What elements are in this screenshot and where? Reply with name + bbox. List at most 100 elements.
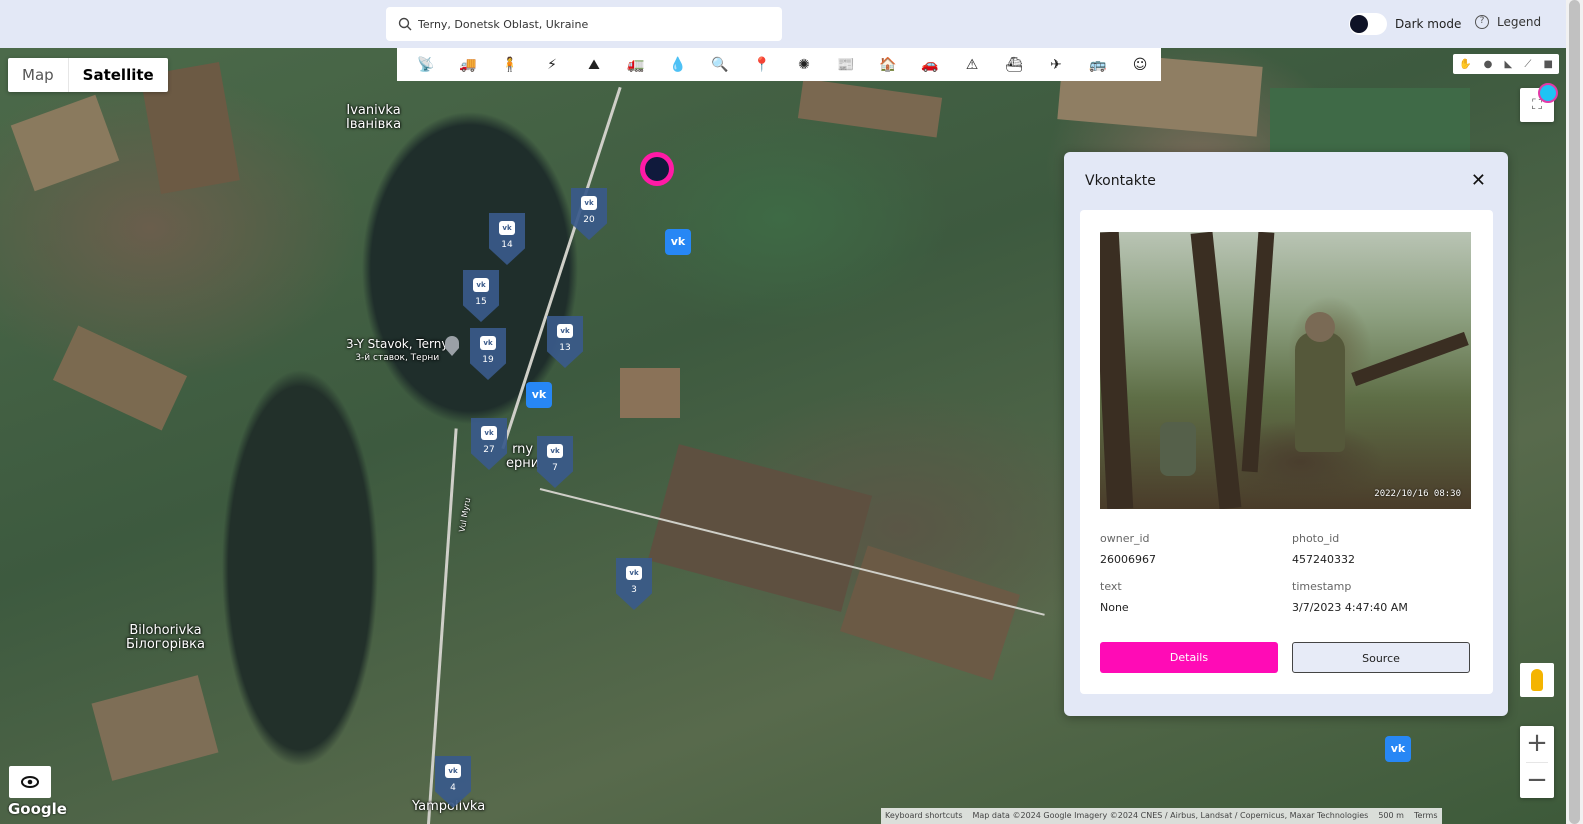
- vk-icon: vk: [499, 221, 515, 235]
- vk-cluster-marker[interactable]: vk 15: [463, 270, 499, 322]
- drop-icon[interactable]: 💧: [657, 48, 699, 81]
- vk-marker-icon[interactable]: vk: [526, 382, 552, 408]
- road: [501, 86, 622, 450]
- map-data-text: Map data ©2024 Google Imagery ©2024 CNES…: [972, 811, 1369, 820]
- street-view-pegman[interactable]: [1520, 663, 1554, 697]
- legend-button[interactable]: ? Legend: [1475, 15, 1541, 29]
- vk-cluster-marker[interactable]: vk 4: [435, 756, 471, 808]
- map-type-map[interactable]: Map: [8, 58, 68, 92]
- truck-icon[interactable]: 🚛: [615, 48, 657, 81]
- popup-title: Vkontakte: [1085, 173, 1156, 189]
- vk-icon: vk: [480, 336, 496, 350]
- scale-label[interactable]: 500 m: [1378, 808, 1404, 824]
- military-truck-icon[interactable]: 🚚: [447, 48, 489, 81]
- vk-icon: vk: [581, 196, 597, 210]
- layer-toolbar: 📡 🚚 🧍 ⚡ ⛰ 🚛 💧 🔍 📍 ✺ 📰 🏠 🚗 ⚠ ⛴ ✈ 🚌 ☺: [397, 48, 1161, 81]
- field-patch: [91, 675, 219, 781]
- field-patch: [10, 94, 120, 192]
- field-owner-id: owner_id 26006967: [1100, 532, 1156, 566]
- zoom-out-button[interactable]: −: [1520, 763, 1554, 799]
- field-text: text None: [1100, 580, 1129, 614]
- road-label: Vul Myru: [457, 497, 473, 533]
- field-patch: [797, 78, 943, 138]
- antenna-icon[interactable]: 📡: [405, 48, 447, 81]
- popup-card: 2022/10/16 08:30 owner_id 26006967 photo…: [1080, 210, 1493, 694]
- polyline-icon[interactable]: ⟋: [1524, 59, 1531, 70]
- soldier-icon[interactable]: 🧍: [489, 48, 531, 81]
- plane-icon[interactable]: ✈: [1035, 48, 1077, 81]
- place-label-terny: rny ерни: [506, 442, 540, 471]
- vk-detail-popup: Vkontakte ✕ 2022/10/16 08:30 owner_id 26…: [1064, 152, 1508, 716]
- toggle-knob: [1350, 15, 1368, 33]
- field-patch: [620, 368, 680, 418]
- vk-icon: vk: [481, 426, 497, 440]
- hand-icon[interactable]: ✋: [1459, 59, 1471, 70]
- face-icon[interactable]: ☺: [1119, 48, 1161, 81]
- circle-icon[interactable]: ●: [1484, 59, 1493, 70]
- field-patch: [647, 444, 873, 612]
- map-type-satellite[interactable]: Satellite: [67, 58, 168, 92]
- field-patch: [840, 545, 1020, 681]
- vk-cluster-marker[interactable]: vk 14: [489, 213, 525, 265]
- terms-link[interactable]: Terms: [1414, 808, 1438, 824]
- vk-icon: vk: [547, 444, 563, 458]
- vk-cluster-marker[interactable]: vk 20: [571, 188, 607, 240]
- keyboard-shortcuts-link[interactable]: Keyboard shortcuts: [885, 808, 962, 824]
- selected-marker-icon[interactable]: [640, 152, 674, 186]
- legend-label: Legend: [1497, 15, 1542, 29]
- satellite-map[interactable]: Ivanivka Іванівка 3-Y Stavok, Terny 3-й ст…: [0, 48, 1566, 824]
- vk-cluster-marker[interactable]: vk 19: [470, 328, 506, 380]
- place-label-stavok: 3-Y Stavok, Terny 3-й ставок, Терни: [346, 337, 449, 363]
- zoom-in-button[interactable]: +: [1520, 726, 1554, 762]
- polygon-icon[interactable]: ◣: [1505, 59, 1513, 70]
- vk-icon: vk: [473, 278, 489, 292]
- close-icon[interactable]: ✕: [1471, 170, 1486, 191]
- scrollbar-thumb[interactable]: [1569, 0, 1580, 824]
- google-logo: Google: [8, 800, 67, 818]
- field-timestamp: timestamp 3/7/2023 4:47:40 AM: [1292, 580, 1408, 614]
- vk-marker-icon[interactable]: vk: [1385, 736, 1411, 762]
- vk-icon: vk: [557, 324, 573, 338]
- search-icon: [398, 17, 412, 31]
- search-icon[interactable]: 🔍: [699, 48, 741, 81]
- question-icon: ?: [1475, 15, 1489, 29]
- dark-mode-toggle-group[interactable]: Dark mode: [1349, 13, 1461, 35]
- field-photo-id: photo_id 457240332: [1292, 532, 1355, 566]
- house-icon[interactable]: 🏠: [867, 48, 909, 81]
- newspaper-icon[interactable]: 📰: [825, 48, 867, 81]
- drawing-tools: ✋ ● ◣ ⟋ ■: [1453, 54, 1559, 74]
- location-dot[interactable]: [1538, 83, 1558, 103]
- post-photo: 2022/10/16 08:30: [1100, 232, 1471, 509]
- vk-cluster-marker[interactable]: vk 7: [537, 436, 573, 488]
- rectangle-icon[interactable]: ■: [1543, 59, 1552, 70]
- place-label-bilohorivka: Bilohorivka Білогорівка: [126, 623, 205, 652]
- field-patch: [52, 325, 188, 431]
- car-icon[interactable]: 🚗: [909, 48, 951, 81]
- location-pin-icon[interactable]: 📍: [741, 48, 783, 81]
- sun-icon[interactable]: ✺: [783, 48, 825, 81]
- vk-icon: vk: [445, 764, 461, 778]
- map-type-control[interactable]: Map Satellite: [8, 58, 168, 92]
- bus-icon[interactable]: 🚌: [1077, 48, 1119, 81]
- dark-mode-label: Dark mode: [1395, 17, 1462, 31]
- eye-icon[interactable]: [9, 766, 51, 798]
- vk-cluster-marker[interactable]: vk 3: [616, 558, 652, 610]
- search-box[interactable]: [386, 7, 782, 41]
- vk-icon: vk: [626, 566, 642, 580]
- page-scrollbar[interactable]: [1566, 0, 1583, 824]
- warning-icon[interactable]: ⚠: [951, 48, 993, 81]
- place-label-ivanivka: Ivanivka Іванівка: [346, 103, 402, 132]
- photo-timestamp: 2022/10/16 08:30: [1374, 489, 1461, 499]
- search-input[interactable]: [418, 17, 758, 31]
- dark-mode-toggle[interactable]: [1349, 13, 1387, 35]
- vk-cluster-marker[interactable]: vk 27: [471, 418, 507, 470]
- ship-icon[interactable]: ⛴: [993, 48, 1035, 81]
- tank-icon[interactable]: ⛰: [573, 48, 615, 81]
- top-bar: Dark mode ? Legend: [0, 0, 1566, 48]
- vk-marker-icon[interactable]: vk: [665, 229, 691, 255]
- lightning-icon[interactable]: ⚡: [531, 48, 573, 81]
- details-button[interactable]: Details: [1100, 642, 1278, 673]
- vk-cluster-marker[interactable]: vk 13: [547, 316, 583, 368]
- source-button[interactable]: Source: [1292, 642, 1470, 673]
- map-attribution: Keyboard shortcuts Map data ©2024 Google…: [881, 808, 1442, 824]
